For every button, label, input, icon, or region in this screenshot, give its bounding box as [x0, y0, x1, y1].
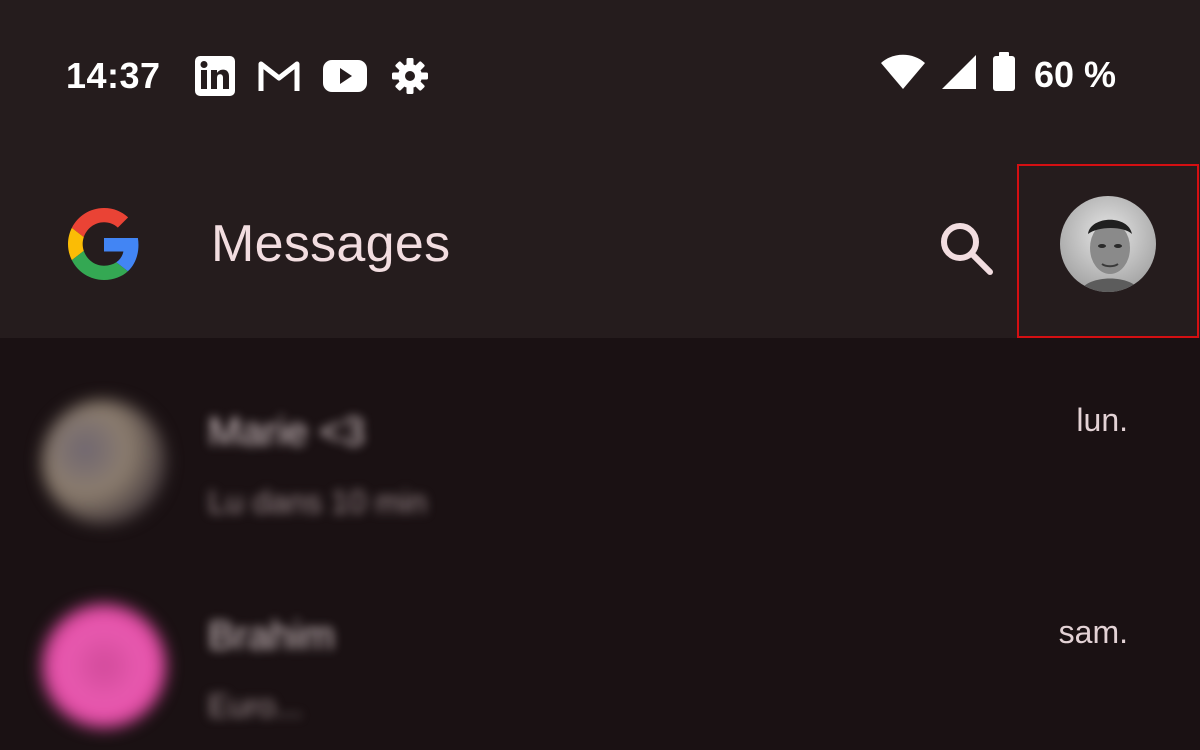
search-button[interactable] [936, 218, 996, 278]
battery-percent: 60 % [1033, 53, 1116, 95]
conversation-list: Marie <3 Lu dans 10 min lun. Brahim Euro… [0, 338, 1200, 750]
conversation-snippet: Euro... [208, 688, 303, 724]
cell-signal-icon [940, 53, 978, 96]
contact-avatar [42, 604, 166, 728]
conversation-item[interactable]: Brahim Euro... sam. [0, 548, 1200, 750]
battery-icon [992, 52, 1016, 97]
conversation-time: lun. [1076, 402, 1128, 438]
conversation-name: Marie <3 [208, 410, 365, 454]
status-bar: 14:37 60 % [0, 0, 1200, 150]
conversation-time: sam. [1058, 614, 1128, 650]
contact-avatar [42, 400, 166, 524]
linkedin-icon [194, 55, 236, 97]
google-g-logo [68, 208, 140, 285]
search-icon [936, 223, 996, 282]
settings-icon [390, 56, 430, 96]
conversation-snippet: Lu dans 10 min [208, 484, 427, 520]
account-avatar[interactable] [1060, 196, 1156, 292]
system-icons: 60 % [880, 52, 1116, 97]
gmail-icon [258, 59, 300, 93]
account-avatar-button[interactable] [1017, 164, 1199, 338]
wifi-icon [880, 54, 926, 95]
status-time: 14:37 [66, 55, 161, 96]
youtube-icon [322, 59, 368, 93]
conversation-name: Brahim [208, 614, 335, 658]
conversation-item[interactable]: Marie <3 Lu dans 10 min lun. [0, 338, 1200, 548]
notification-icons [194, 55, 430, 97]
app-title: Messages [211, 215, 451, 273]
app-bar: Messages [0, 150, 1200, 338]
